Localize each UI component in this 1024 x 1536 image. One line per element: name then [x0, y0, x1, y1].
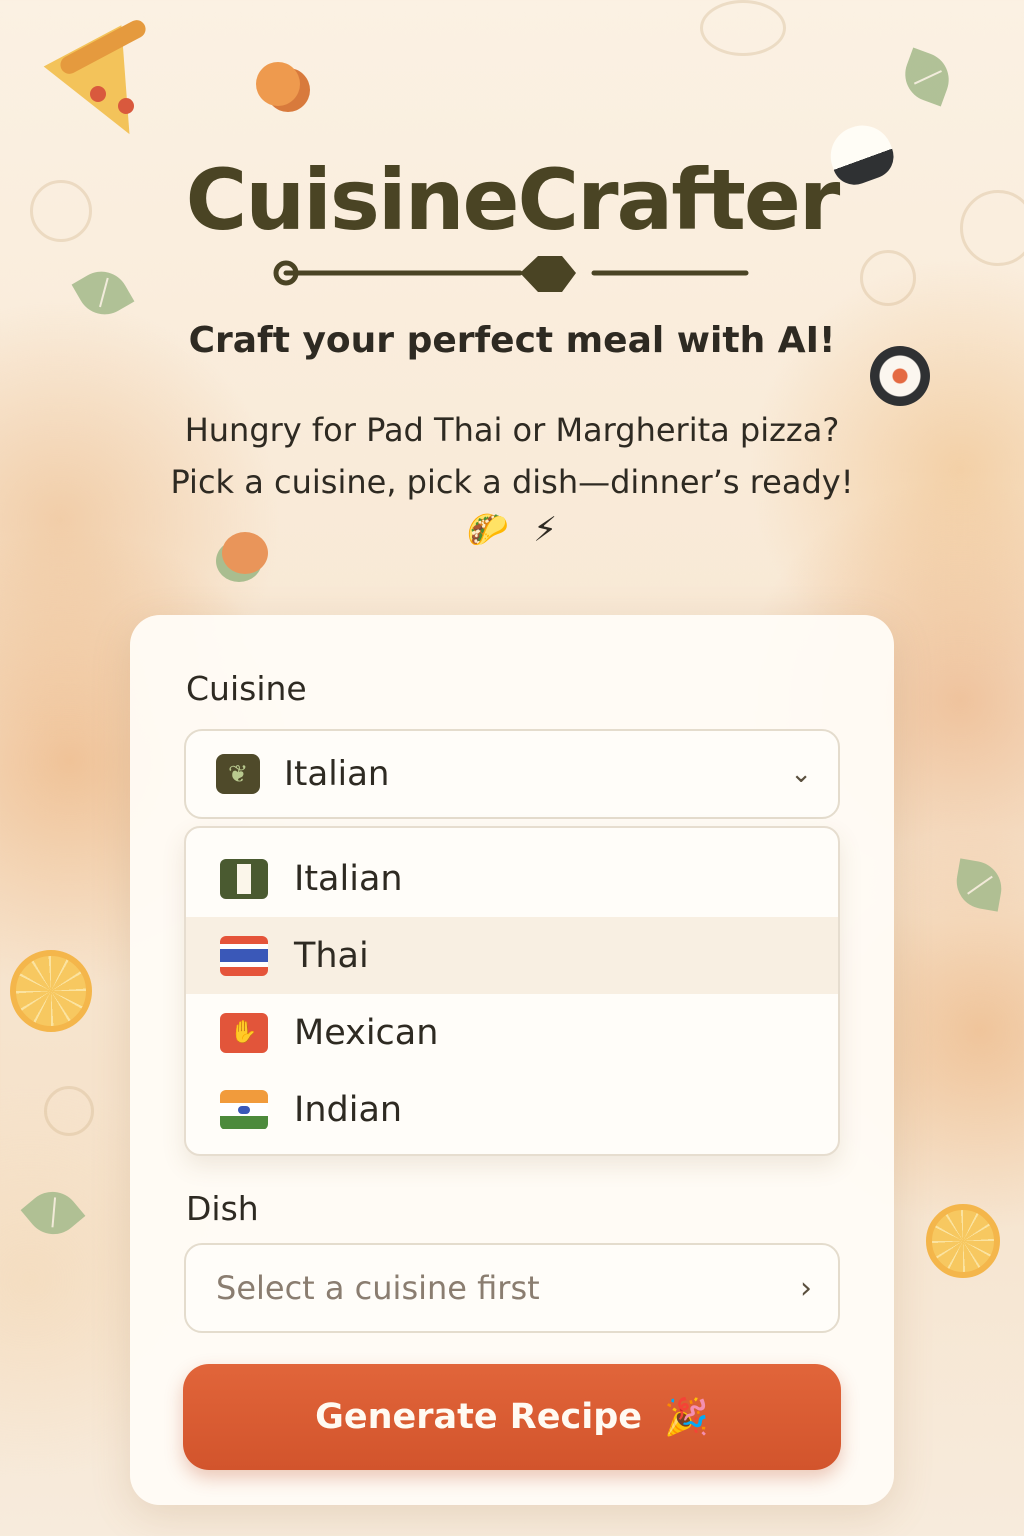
cuisine-option-label: Thai [294, 935, 369, 976]
tagline: Craft your perfect meal with AI! [188, 320, 836, 361]
herb-icon: ❦ [216, 754, 260, 794]
leaf-decoration-icon [20, 1180, 86, 1246]
chevron-down-icon[interactable]: ⌄ [790, 759, 812, 789]
indian-flag-icon [220, 1089, 268, 1130]
cuisine-dropdown-menu: Italian Thai ✋ Mexican Indian [184, 826, 840, 1156]
cuisine-option-thai[interactable]: Thai [186, 917, 838, 994]
dish-placeholder: Select a cuisine first [216, 1269, 540, 1307]
intro-text: Hungry for Pad Thai or Margherita pizza?… [0, 404, 1024, 508]
outline-decoration [700, 0, 786, 56]
cuisine-option-label: Italian [294, 858, 403, 899]
outline-decoration [44, 1086, 94, 1136]
cuisine-option-indian[interactable]: Indian [186, 1071, 838, 1148]
chevron-right-icon[interactable]: › [800, 1271, 812, 1306]
lightning-icon: ⚡ [533, 510, 558, 550]
dish-select[interactable]: Select a cuisine first › [184, 1243, 840, 1333]
leaf-decoration-icon [952, 858, 1006, 912]
taco-icon: 🌮 [466, 510, 510, 550]
cuisine-label: Cuisine [186, 669, 307, 708]
cuisine-select[interactable]: ❦ Italian ⌄ [184, 729, 840, 819]
pepperoni-decoration [118, 98, 134, 114]
food-decoration-icon [256, 62, 300, 106]
spoon-divider-icon [273, 256, 749, 292]
cuisine-option-italian[interactable]: Italian [186, 840, 838, 917]
outline-decoration [860, 250, 916, 306]
generate-recipe-button[interactable]: Generate Recipe 🎉 [183, 1364, 841, 1470]
recipe-form-card: Cuisine ❦ Italian ⌄ Italian Thai ✋ Mexic… [130, 615, 894, 1505]
intro-line: Hungry for Pad Thai or Margherita pizza? [184, 411, 840, 449]
thai-flag-icon [220, 935, 268, 976]
lemon-decoration-icon [10, 950, 92, 1032]
italian-flag-icon [220, 858, 268, 899]
leaf-decoration-icon [897, 47, 957, 107]
cuisine-option-mexican[interactable]: ✋ Mexican [186, 994, 838, 1071]
cuisine-option-label: Mexican [294, 1012, 439, 1053]
mexican-flag-icon: ✋ [220, 1012, 268, 1053]
cuisine-selected-value: Italian [284, 754, 390, 794]
cuisine-option-label: Indian [294, 1089, 403, 1130]
party-popper-icon: 🎉 [664, 1397, 709, 1438]
leaf-decoration-icon [71, 261, 135, 325]
intro-line: Pick a cuisine, pick a dish—dinner’s rea… [170, 463, 854, 501]
intro-icons: 🌮 ⚡ [0, 510, 1024, 550]
pepperoni-decoration [90, 86, 106, 102]
lemon-decoration-icon [926, 1204, 1000, 1278]
generate-recipe-label: Generate Recipe [315, 1397, 643, 1437]
dish-label: Dish [186, 1189, 259, 1228]
app-title: CuisineCrafter [185, 151, 841, 249]
